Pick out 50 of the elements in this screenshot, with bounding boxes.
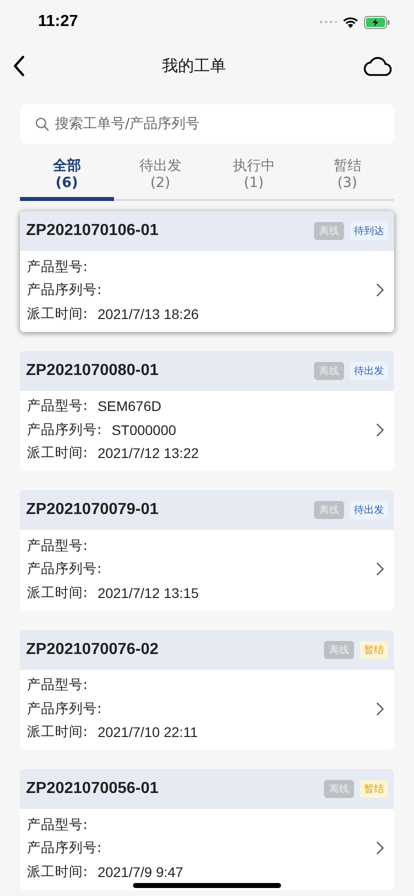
filter-tab[interactable]: 执行中 (1) — [207, 158, 300, 201]
status-time: 11:27 — [38, 13, 78, 31]
field-value: ST000000 — [112, 422, 176, 438]
field-value: 2021/7/12 13:22 — [98, 445, 199, 462]
field-label: 产品序列号: — [27, 560, 102, 578]
field-label: 派工时间: — [27, 444, 88, 462]
field-label: 产品序列号: — [27, 839, 102, 858]
chevron-icon — [376, 283, 384, 298]
field-value: 2021/7/9 9:47 — [98, 864, 184, 880]
status-tag: 待到达 — [350, 222, 388, 240]
page-title: 我的工单 — [162, 56, 226, 76]
order-number: ZP2021070080-01 — [26, 362, 160, 380]
signal-icon — [319, 20, 337, 24]
search-field[interactable]: 搜索工单号/产品序列号 — [20, 104, 394, 144]
status-tag: 待出发 — [350, 362, 388, 380]
status-tag: 暂结 — [360, 640, 388, 658]
field-value: 2021/7/10 22:11 — [98, 724, 198, 740]
field-label: 派工时间: — [27, 862, 88, 881]
field-label: 派工时间: — [27, 723, 88, 742]
field-label: 产品型号: — [27, 816, 88, 834]
order-number: ZP2021070106-01 — [26, 222, 160, 240]
wifi-icon — [342, 16, 359, 28]
field-label: 产品型号: — [27, 536, 88, 555]
field-label: 派工时间: — [27, 584, 88, 602]
field-label: 派工时间: — [27, 304, 88, 323]
order-number: ZP2021070076-02 — [26, 640, 160, 658]
status-tag: 暂结 — [360, 780, 388, 798]
battery-icon — [364, 16, 390, 28]
chevron-icon — [376, 841, 384, 856]
filter-tab[interactable]: 全部 (6) — [20, 158, 114, 201]
field-label: 产品序列号: — [27, 420, 102, 439]
chevron-icon — [376, 422, 384, 437]
chevron-icon — [376, 562, 384, 576]
field-value: 2021/7/12 13:15 — [98, 584, 199, 601]
search-icon — [35, 117, 49, 131]
filter-tab[interactable]: 暂结 (3) — [300, 158, 394, 201]
back-icon[interactable] — [12, 55, 26, 77]
order-number: ZP2021070056-01 — [26, 780, 160, 798]
field-label: 产品型号: — [27, 397, 88, 416]
field-label: 产品型号: — [27, 676, 88, 694]
chevron-icon — [376, 702, 384, 716]
field-value: 2021/7/13 18:26 — [98, 306, 199, 322]
cloud-icon[interactable] — [362, 55, 392, 77]
field-label: 产品序列号: — [27, 281, 102, 300]
field-label: 产品序列号: — [27, 700, 102, 718]
status-tag: 待出发 — [350, 501, 388, 519]
order-number: ZP2021070079-01 — [26, 501, 160, 519]
field-value: SEM676D — [98, 398, 162, 414]
field-label: 产品型号: — [27, 258, 88, 276]
filter-tab[interactable]: 待出发 (2) — [114, 158, 207, 201]
